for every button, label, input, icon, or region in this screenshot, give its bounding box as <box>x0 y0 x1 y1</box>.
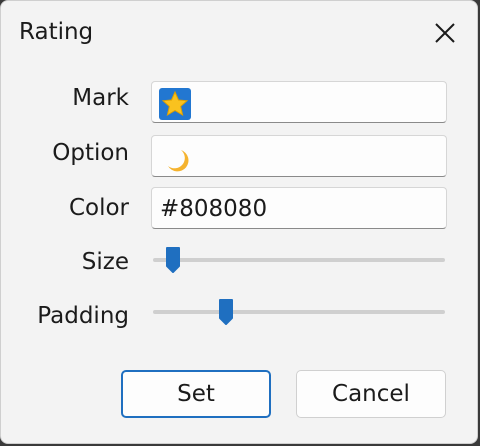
cancel-button[interactable]: Cancel <box>296 370 446 418</box>
size-slider-thumb[interactable] <box>165 246 181 274</box>
star-icon <box>159 88 191 120</box>
color-label: Color <box>68 195 129 221</box>
color-input[interactable]: #808080 <box>151 187 447 229</box>
padding-slider-thumb[interactable] <box>218 298 234 326</box>
size-slider[interactable] <box>153 245 445 275</box>
size-slider-track <box>153 258 445 262</box>
mark-label: Mark <box>72 85 129 111</box>
set-button[interactable]: Set <box>121 370 271 418</box>
close-button[interactable] <box>427 15 463 51</box>
mark-picker[interactable] <box>151 81 447 123</box>
close-icon <box>435 23 455 43</box>
padding-slider[interactable] <box>153 297 445 327</box>
padding-label: Padding <box>37 303 129 329</box>
color-value: #808080 <box>160 196 268 222</box>
option-label: Option <box>52 140 129 166</box>
dialog-title: Rating <box>19 19 94 45</box>
rating-dialog: Rating Mark Option Color #808080 Size Pa… <box>0 0 478 444</box>
crescent-moon-icon <box>159 142 191 174</box>
option-picker[interactable] <box>151 135 447 177</box>
padding-slider-track <box>153 310 445 314</box>
size-label: Size <box>81 249 129 275</box>
